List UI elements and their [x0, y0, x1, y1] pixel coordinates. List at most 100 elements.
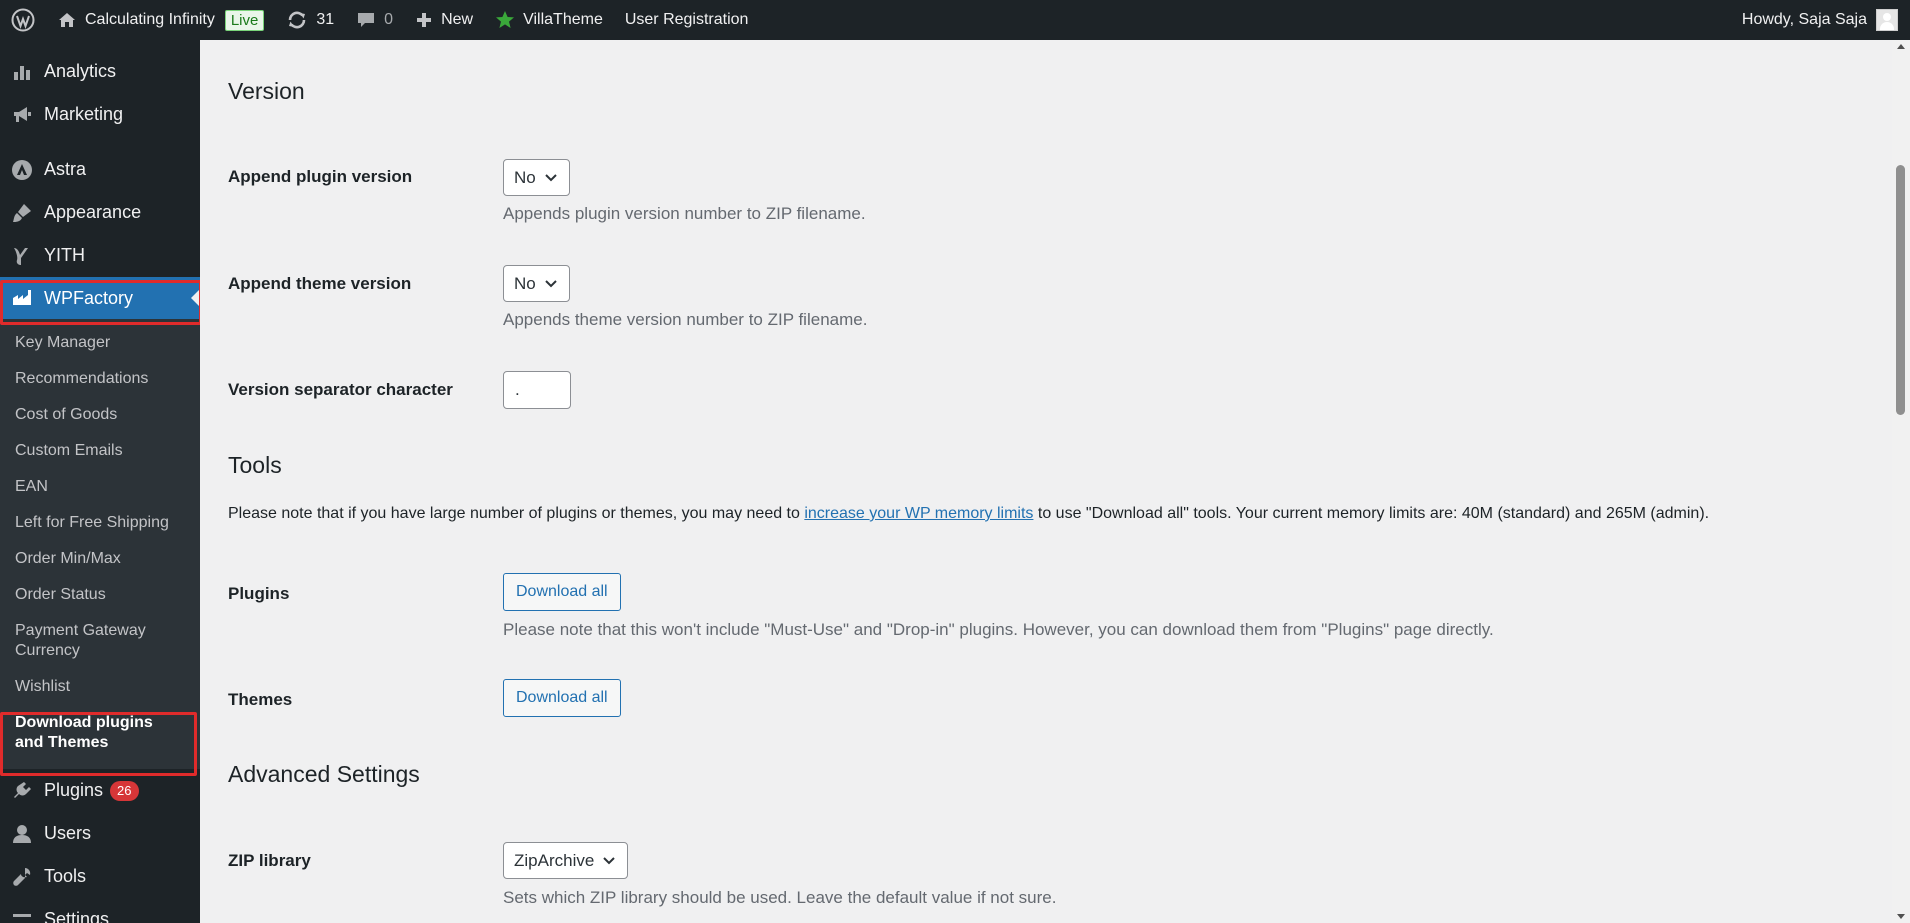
sidebar-item-appearance[interactable]: Appearance — [0, 191, 200, 234]
wpfactory-icon — [11, 287, 33, 309]
new-content-link[interactable]: New — [404, 0, 484, 40]
zip-library-select[interactable]: ZipArchive — [503, 842, 628, 879]
settings-content: Version Append plugin version No Appends… — [200, 40, 1892, 923]
submenu-item-order-min-max[interactable]: Order Min/Max — [0, 541, 200, 577]
sidebar-separator — [0, 136, 200, 148]
wordpress-icon — [11, 8, 35, 32]
sidebar-item-marketing[interactable]: Marketing — [0, 93, 200, 136]
new-label: New — [441, 11, 474, 28]
sidebar-item-astra[interactable]: Astra — [0, 148, 200, 191]
comment-icon — [358, 13, 375, 27]
submenu-item-ean[interactable]: EAN — [0, 469, 200, 505]
select-value: No — [514, 273, 536, 293]
sidebar-item-label: Settings — [44, 909, 110, 923]
updates-icon — [289, 11, 306, 29]
astra-icon — [11, 159, 33, 181]
villatheme-label: VillaTheme — [523, 11, 603, 28]
submenu-item-wishlist[interactable]: Wishlist — [0, 669, 200, 705]
append-theme-version-label: Append theme version — [228, 274, 412, 293]
chevron-down-icon — [603, 856, 616, 864]
updates-link[interactable]: 31 — [275, 0, 345, 40]
sidebar-item-users[interactable]: Users — [0, 812, 200, 855]
live-badge: Live — [224, 9, 265, 31]
note-text-after: to use "Download all" tools. Your curren… — [1033, 505, 1710, 522]
increase-memory-link[interactable]: increase your WP memory limits — [804, 505, 1033, 522]
append-plugin-version-select[interactable]: No — [503, 159, 570, 196]
plugins-description: Please note that this won't include "Mus… — [503, 620, 1494, 639]
user-icon — [11, 823, 33, 845]
note-text-before: Please note that if you have large numbe… — [228, 505, 805, 522]
sidebar-item-label: Users — [44, 823, 92, 843]
bar-chart-icon — [11, 61, 33, 83]
sidebar-item-tools[interactable]: Tools — [0, 855, 200, 898]
zip-library-label: ZIP library — [228, 851, 311, 870]
sidebar-item-label: Appearance — [44, 202, 142, 222]
star-icon — [496, 11, 515, 28]
sidebar-item-plugins[interactable]: Plugins 26 — [0, 769, 200, 812]
page-scrollbar[interactable] — [1892, 40, 1910, 923]
chevron-down-icon — [545, 173, 557, 181]
append-theme-version-description: Appends theme version number to ZIP file… — [503, 310, 868, 329]
plugins-label: Plugins — [228, 584, 290, 603]
chevron-down-icon — [545, 279, 557, 287]
submenu-item-recommendations[interactable]: Recommendations — [0, 361, 200, 397]
user-registration-label: User Registration — [624, 11, 749, 28]
villatheme-link[interactable]: VillaTheme — [484, 0, 614, 40]
admin-bar: Calculating Infinity Live 31 0 New Villa… — [0, 0, 1910, 40]
select-value: ZipArchive — [514, 850, 595, 870]
select-value: No — [514, 167, 536, 187]
home-icon — [59, 13, 75, 27]
append-plugin-version-label: Append plugin version — [228, 167, 413, 186]
submenu-item-order-status[interactable]: Order Status — [0, 577, 200, 613]
sidebar-item-label: Analytics — [44, 61, 117, 81]
settings-icon — [11, 909, 33, 923]
plugins-update-badge: 26 — [110, 780, 139, 801]
site-name-link[interactable]: Calculating Infinity Live — [46, 0, 275, 40]
sidebar-item-wpfactory[interactable]: WPFactory — [0, 277, 200, 319]
sidebar-top-spacer — [0, 40, 200, 50]
submenu-item-payment-gateway-currency[interactable]: Payment Gateway Currency — [0, 613, 180, 669]
zip-library-description: Sets which ZIP library should be used. L… — [503, 888, 1057, 907]
site-name: Calculating Infinity — [85, 11, 215, 28]
submenu-item-cost-of-goods[interactable]: Cost of Goods — [0, 397, 200, 433]
submenu-item-left-for-free-shipping[interactable]: Left for Free Shipping — [0, 505, 200, 541]
yith-icon — [11, 245, 33, 267]
wordpress-logo-button[interactable] — [0, 0, 46, 40]
sidebar-item-label: Tools — [44, 866, 87, 886]
append-theme-version-select[interactable]: No — [503, 265, 570, 302]
append-plugin-version-description: Appends plugin version number to ZIP fil… — [503, 204, 866, 223]
scroll-up-arrow-icon[interactable] — [1897, 44, 1905, 49]
paintbrush-icon — [11, 202, 33, 224]
admin-sidebar: Analytics Marketing Astra Appearance YIT… — [0, 40, 200, 923]
submenu-item-download-plugins-themes[interactable]: Download plugins and Themes — [0, 705, 190, 761]
avatar — [1876, 9, 1898, 31]
download-all-themes-button[interactable]: Download all — [503, 679, 621, 717]
version-separator-input[interactable]: . — [503, 371, 571, 409]
updates-count: 31 — [316, 11, 335, 28]
download-all-plugins-button[interactable]: Download all — [503, 573, 621, 611]
version-separator-label: Version separator character — [228, 380, 453, 399]
scrollbar-thumb[interactable] — [1896, 165, 1905, 415]
megaphone-icon — [11, 104, 33, 126]
scroll-down-arrow-icon[interactable] — [1897, 914, 1905, 919]
plugin-icon — [11, 780, 33, 802]
wpfactory-submenu: Key Manager Recommendations Cost of Good… — [0, 319, 200, 769]
tools-memory-note: Please note that if you have large numbe… — [228, 505, 1709, 523]
advanced-settings-heading: Advanced Settings — [228, 761, 420, 787]
user-registration-link[interactable]: User Registration — [614, 0, 760, 40]
comments-link[interactable]: 0 — [345, 0, 404, 40]
submenu-item-custom-emails[interactable]: Custom Emails — [0, 433, 200, 469]
sidebar-item-label: Marketing — [44, 104, 124, 124]
my-account-link[interactable]: Howdy, Saja Saja — [1731, 0, 1910, 40]
howdy-text: Howdy, Saja Saja — [1741, 11, 1867, 28]
tools-heading: Tools — [228, 452, 282, 478]
plus-icon — [417, 13, 432, 27]
submenu-item-key-manager[interactable]: Key Manager — [0, 325, 200, 361]
sidebar-item-yith[interactable]: YITH — [0, 234, 200, 277]
sidebar-item-analytics[interactable]: Analytics — [0, 50, 200, 93]
sidebar-item-label: Astra — [44, 159, 87, 179]
wrench-icon — [11, 866, 33, 888]
comments-count: 0 — [384, 11, 394, 28]
sidebar-item-label: WPFactory — [44, 287, 134, 308]
sidebar-item-settings[interactable]: Settings — [0, 898, 200, 923]
